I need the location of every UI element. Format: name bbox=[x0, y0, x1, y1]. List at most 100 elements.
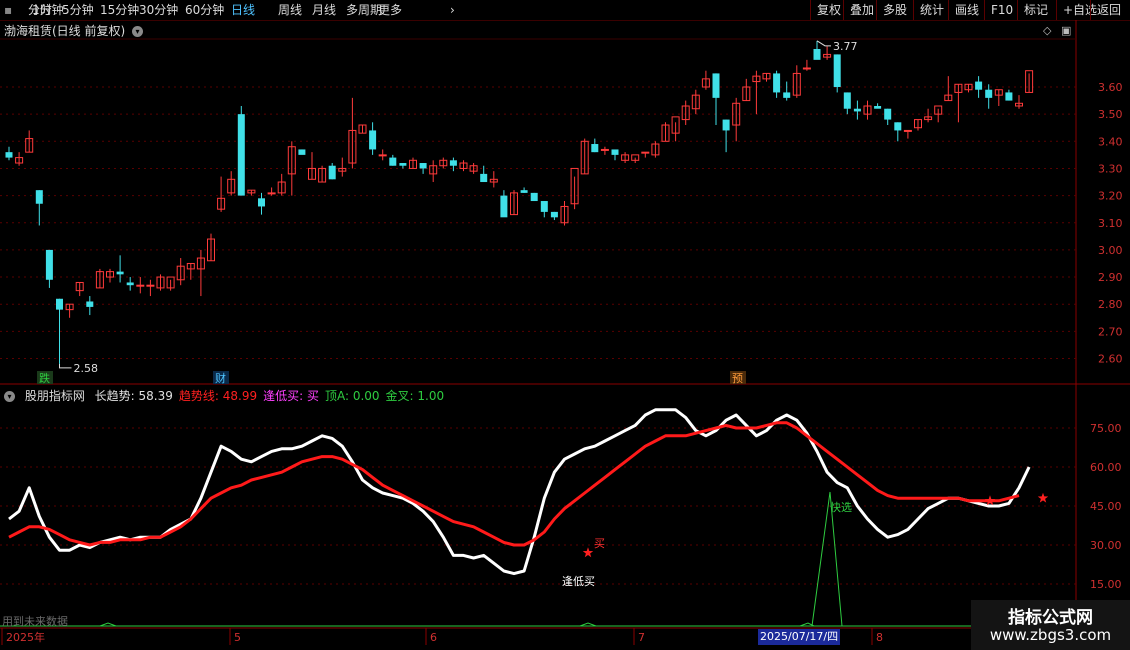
watermark: 指标公式网 www.zbgs3.com bbox=[971, 600, 1130, 650]
price-tick-label: 3.30 bbox=[1098, 162, 1123, 175]
date-label-1: 5 bbox=[234, 631, 241, 644]
indicator-field-2: 逢低买: 买 bbox=[263, 389, 319, 403]
future-data-note: 用到未来数据 bbox=[2, 615, 68, 628]
date-label-4: 8 bbox=[876, 631, 883, 644]
candle-body bbox=[116, 271, 124, 275]
candle-body bbox=[985, 89, 993, 98]
candle-body bbox=[894, 122, 902, 131]
indicator-field-1: 趋势线: 48.99 bbox=[178, 389, 258, 403]
candle-body bbox=[5, 152, 13, 158]
chevron-down-icon[interactable]: ▾ bbox=[132, 26, 144, 37]
event-tag-0: 跌 bbox=[39, 371, 50, 385]
buy-low-label: 逢低买 bbox=[562, 575, 595, 588]
chevron-down-icon[interactable]: ▾ bbox=[4, 391, 15, 402]
trend-line bbox=[8, 421, 1020, 547]
date-label-0: 2025年 bbox=[6, 630, 45, 644]
watermark-url: www.zbgs3.com bbox=[989, 626, 1112, 644]
candle-body bbox=[480, 173, 488, 183]
date-label-2: 6 bbox=[430, 631, 437, 644]
candle-body bbox=[530, 192, 538, 202]
candle-body bbox=[136, 284, 145, 287]
price-tick-label: 3.60 bbox=[1098, 81, 1123, 94]
candle-body bbox=[722, 119, 730, 131]
candle-body bbox=[126, 282, 134, 286]
high-marker-line bbox=[816, 40, 831, 47]
indicator-field-4: 金叉: 1.00 bbox=[385, 389, 445, 403]
candle-body bbox=[45, 249, 53, 280]
high-marker-label: 3.77 bbox=[833, 40, 858, 53]
candle-body bbox=[500, 195, 508, 218]
candle-body bbox=[611, 149, 619, 155]
price-tick-label: 2.80 bbox=[1098, 298, 1123, 311]
candle-body bbox=[1005, 92, 1013, 101]
candle-body bbox=[419, 163, 427, 169]
candle-body bbox=[874, 106, 882, 109]
candle-body bbox=[35, 190, 43, 204]
indicator-tick-label: 60.00 bbox=[1090, 461, 1122, 474]
candle-body bbox=[267, 192, 276, 195]
indicator-field-3: 顶A: 0.00 bbox=[324, 389, 380, 403]
candle-body bbox=[258, 198, 265, 207]
price-tick-label: 3.20 bbox=[1098, 190, 1123, 203]
trend-star-icon bbox=[1037, 492, 1049, 503]
trend-star-icon bbox=[984, 495, 996, 506]
candle-body bbox=[378, 154, 387, 157]
main-chart-title: 渤海租赁(日线 前复权) ▾ bbox=[4, 22, 144, 39]
event-tag-2: 预 bbox=[732, 372, 743, 385]
buy-label: 买 bbox=[594, 537, 605, 550]
candle-body bbox=[399, 163, 407, 166]
candle-body bbox=[369, 130, 377, 150]
candle-body bbox=[641, 151, 650, 154]
indicator-tick-label: 15.00 bbox=[1090, 578, 1122, 591]
price-tick-label: 3.10 bbox=[1098, 217, 1123, 230]
indicator-tick-label: 30.00 bbox=[1090, 539, 1122, 552]
candle-body bbox=[86, 301, 94, 307]
indicator-tick-label: 45.00 bbox=[1090, 500, 1122, 513]
indicator-tick-label: 75.00 bbox=[1090, 422, 1122, 435]
candle-body bbox=[449, 160, 457, 166]
candle-body bbox=[712, 73, 720, 98]
candle-body bbox=[237, 114, 245, 196]
candle-body bbox=[56, 298, 63, 310]
candle-body bbox=[783, 92, 791, 98]
stock-title-text: 渤海租赁(日线 前复权) bbox=[4, 24, 126, 38]
candle-body bbox=[600, 148, 609, 151]
candle-body bbox=[843, 92, 851, 109]
price-tick-label: 2.90 bbox=[1098, 271, 1123, 284]
candle-body bbox=[389, 157, 397, 166]
candle-body bbox=[298, 149, 306, 155]
candle-body bbox=[884, 108, 892, 120]
event-tag-1: 财 bbox=[215, 371, 226, 385]
diamond-icon[interactable]: ◇ bbox=[1043, 24, 1051, 37]
candle-body bbox=[975, 81, 983, 90]
candle-body bbox=[146, 284, 155, 287]
date-highlight: 2025/07/17/四 bbox=[758, 629, 841, 645]
fast-select-label: 快选 bbox=[830, 501, 852, 514]
candle-body bbox=[802, 67, 811, 70]
indicator-title: ▾ 股朋指标网 长趋势: 58.39 趋势线: 48.99 逢低买: 买顶A: 0.… bbox=[4, 387, 456, 404]
candle-body bbox=[540, 201, 548, 212]
candle-body bbox=[813, 48, 821, 60]
candle-body bbox=[773, 73, 781, 93]
watermark-title: 指标公式网 bbox=[1008, 608, 1093, 628]
low-marker-line bbox=[59, 363, 72, 369]
price-tick-label: 3.00 bbox=[1098, 244, 1123, 257]
price-tick-label: 3.50 bbox=[1098, 108, 1123, 121]
candle-body bbox=[328, 165, 336, 180]
candle-body bbox=[833, 54, 841, 87]
low-marker-label: 2.58 bbox=[74, 362, 99, 375]
price-tick-label: 3.40 bbox=[1098, 135, 1123, 148]
indicator-field-0: 长趋势: 58.39 bbox=[94, 389, 173, 403]
price-tick-label: 2.60 bbox=[1098, 353, 1123, 366]
date-label-3: 7 bbox=[638, 631, 645, 644]
candle-body bbox=[853, 108, 861, 112]
long-trend-line bbox=[8, 408, 1031, 576]
buy-star-icon bbox=[582, 547, 594, 558]
indicator-name: 股朋指标网 bbox=[24, 389, 85, 403]
candle-body bbox=[591, 144, 599, 153]
candle-body bbox=[550, 211, 558, 218]
window-icon[interactable]: ▣ bbox=[1061, 24, 1071, 37]
candlestick-chart[interactable]: 3.60 3.50 3.40 3.30 3.20 3.10 3.00 2.90 2.80 2.70… bbox=[0, 0, 1130, 650]
candle-body bbox=[903, 129, 912, 132]
price-tick-label: 2.70 bbox=[1098, 325, 1123, 338]
